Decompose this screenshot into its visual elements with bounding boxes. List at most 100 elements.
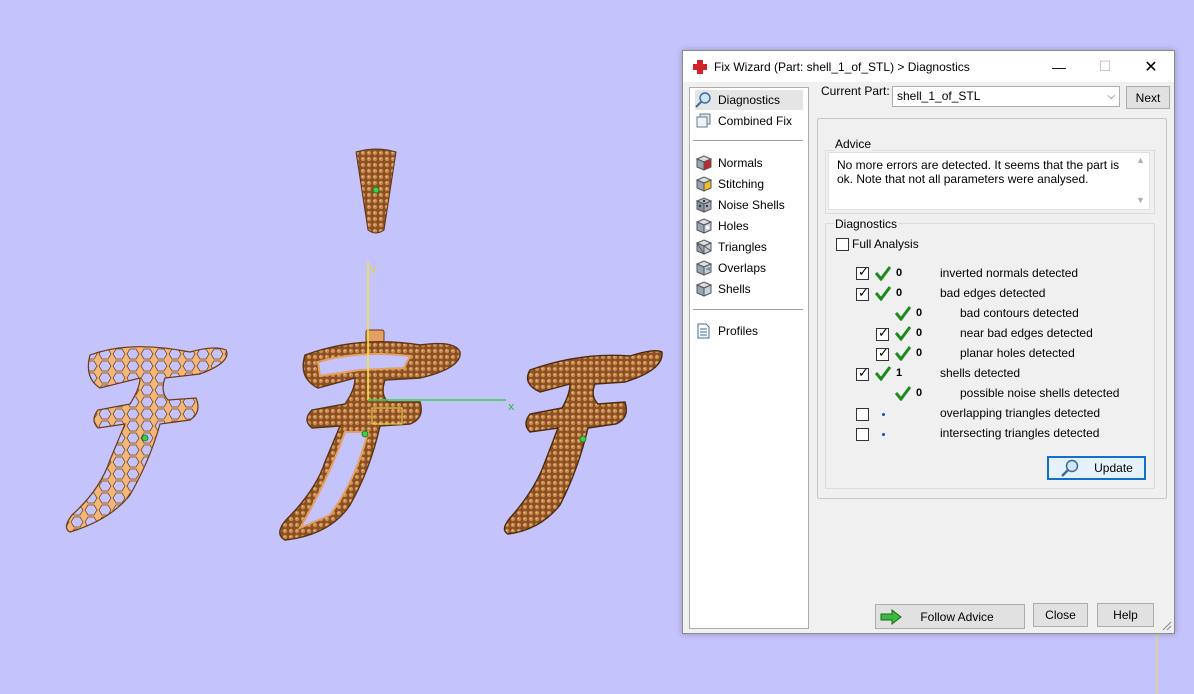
intersecting-triangles-label: intersecting triangles detected — [940, 426, 1100, 440]
green-check-icon — [875, 266, 891, 281]
advice-scrollbar[interactable]: ▲ ▼ — [1132, 153, 1149, 209]
close-window-button[interactable]: ✕ — [1128, 51, 1174, 82]
pave-f-part[interactable] — [503, 349, 663, 535]
bad-edges-count: 0 — [896, 287, 903, 299]
update-button[interactable]: Update — [1047, 456, 1146, 480]
scroll-down-icon[interactable]: ▼ — [1136, 195, 1145, 205]
triangles-cube-icon — [695, 239, 712, 255]
full-analysis-checkbox[interactable] — [836, 238, 849, 251]
chevron-down-icon: ⌵ — [1107, 91, 1115, 102]
noise-shells-icon — [695, 197, 712, 213]
next-button[interactable]: Next — [1126, 86, 1170, 109]
axis-x-label: x — [508, 400, 515, 413]
planar-holes-count: 0 — [916, 347, 923, 359]
nav-item-stitching[interactable]: Stitching — [695, 174, 764, 194]
nav-item-shells[interactable]: Shells — [695, 279, 751, 299]
nav-item-normals[interactable]: Normals — [695, 153, 763, 173]
current-part-label: Current Part: — [821, 84, 890, 98]
nav-label: Stitching — [718, 177, 765, 191]
pending-dot-icon — [882, 433, 885, 436]
update-label: Update — [1094, 461, 1133, 475]
nav-label: Profiles — [718, 324, 759, 338]
overlapping-triangles-label: overlapping triangles detected — [940, 406, 1101, 420]
full-analysis-label: Full Analysis — [852, 237, 919, 251]
green-check-icon — [895, 346, 911, 361]
nav-item-holes[interactable]: Holes — [695, 216, 749, 236]
nav-divider — [693, 309, 803, 310]
help-button[interactable]: Help — [1097, 603, 1154, 627]
near-bad-edges-count: 0 — [916, 327, 923, 339]
nav-label: Normals — [718, 156, 763, 170]
bad-contours-label: bad contours detected — [960, 306, 1079, 320]
combined-fix-icon — [696, 113, 711, 128]
near-bad-edges-checkbox[interactable]: ✓ — [876, 326, 889, 341]
nav-label: Triangles — [718, 240, 767, 254]
bad-edges-label: bad edges detected — [940, 286, 1046, 300]
minimize-button[interactable]: — — [1036, 51, 1082, 82]
diagnostics-group-label: Diagnostics — [834, 217, 899, 231]
window-title: Fix Wizard (Part: shell_1_of_STL) > Diag… — [714, 59, 970, 74]
current-part-select[interactable]: shell_1_of_STL ⌵ — [892, 86, 1120, 107]
green-arrow-icon — [880, 609, 902, 625]
green-check-icon — [895, 386, 911, 401]
magnifier-icon — [695, 92, 711, 108]
nav-divider — [693, 140, 803, 141]
nav-label: Shells — [718, 282, 751, 296]
follow-advice-button[interactable]: Follow Advice — [875, 604, 1025, 629]
fix-wizard-dialog: Fix Wizard (Part: shell_1_of_STL) > Diag… — [682, 50, 1175, 634]
nav-item-profiles[interactable]: Profiles — [695, 321, 758, 341]
nav-item-combined-fix[interactable]: Combined Fix — [695, 111, 792, 131]
intersecting-triangles-checkbox[interactable] — [856, 428, 869, 441]
bad-contours-count: 0 — [916, 307, 923, 319]
green-check-icon — [875, 286, 891, 301]
advice-group-label: Advice — [834, 137, 873, 151]
noise-shells-label: possible noise shells detected — [960, 386, 1120, 400]
bad-edges-checkbox[interactable]: ✓ — [856, 286, 869, 301]
nav-item-diagnostics[interactable]: Diagnostics — [695, 90, 803, 110]
scroll-up-icon[interactable]: ▲ — [1136, 155, 1145, 165]
overlaps-cube-icon — [695, 260, 712, 276]
green-check-icon — [875, 366, 891, 381]
maximize-button[interactable]: ☐ — [1082, 51, 1128, 82]
holes-cube-icon — [695, 218, 712, 234]
profiles-document-icon — [697, 323, 710, 339]
center-f-part[interactable]: y x — [279, 262, 515, 541]
planar-holes-label: planar holes detected — [960, 346, 1075, 360]
wizard-nav: Diagnostics Combined Fix Normals Stitchi… — [689, 87, 809, 629]
inverted-normals-checkbox[interactable]: ✓ — [856, 265, 869, 280]
noise-shells-count: 0 — [916, 387, 923, 399]
nav-label: Noise Shells — [718, 198, 785, 212]
advice-textbox: No more errors are detected. It seems th… — [828, 152, 1150, 210]
shells-count: 1 — [896, 367, 903, 379]
nav-item-triangles[interactable]: Triangles — [695, 237, 767, 257]
resize-grip-icon[interactable] — [1162, 621, 1172, 631]
close-button[interactable]: Close — [1033, 603, 1088, 627]
nav-label: Diagnostics — [718, 93, 781, 107]
nav-label: Overlaps — [718, 261, 767, 275]
current-part-value: shell_1_of_STL — [897, 89, 981, 103]
overlapping-triangles-checkbox[interactable] — [856, 408, 869, 421]
green-check-icon — [895, 326, 911, 341]
inverted-normals-label: inverted normals detected — [940, 266, 1079, 280]
advice-text: No more errors are detected. It seems th… — [837, 158, 1120, 186]
stitching-cube-icon — [695, 176, 712, 192]
bail-part[interactable] — [355, 148, 397, 234]
normals-cube-icon — [695, 155, 712, 171]
nav-label: Holes — [718, 219, 749, 233]
planar-holes-checkbox[interactable]: ✓ — [876, 346, 889, 361]
green-check-icon — [895, 306, 911, 321]
shells-label: shells detected — [940, 366, 1021, 380]
shells-checkbox[interactable]: ✓ — [856, 366, 869, 381]
title-bar[interactable]: Fix Wizard (Part: shell_1_of_STL) > Diag… — [683, 51, 1174, 82]
inverted-normals-count: 0 — [896, 267, 903, 279]
nav-item-overlaps[interactable]: Overlaps — [695, 258, 766, 278]
near-bad-edges-label: near bad edges detected — [960, 326, 1093, 340]
follow-advice-label: Follow Advice — [920, 609, 994, 624]
nav-item-noise-shells[interactable]: Noise Shells — [695, 195, 785, 215]
nav-label: Combined Fix — [718, 114, 793, 128]
pending-dot-icon — [882, 413, 885, 416]
axis-y-label: y — [370, 262, 377, 275]
shells-cube-icon — [695, 281, 712, 297]
honeycomb-f-part[interactable] — [65, 346, 228, 533]
magnifier-icon — [1061, 459, 1079, 477]
